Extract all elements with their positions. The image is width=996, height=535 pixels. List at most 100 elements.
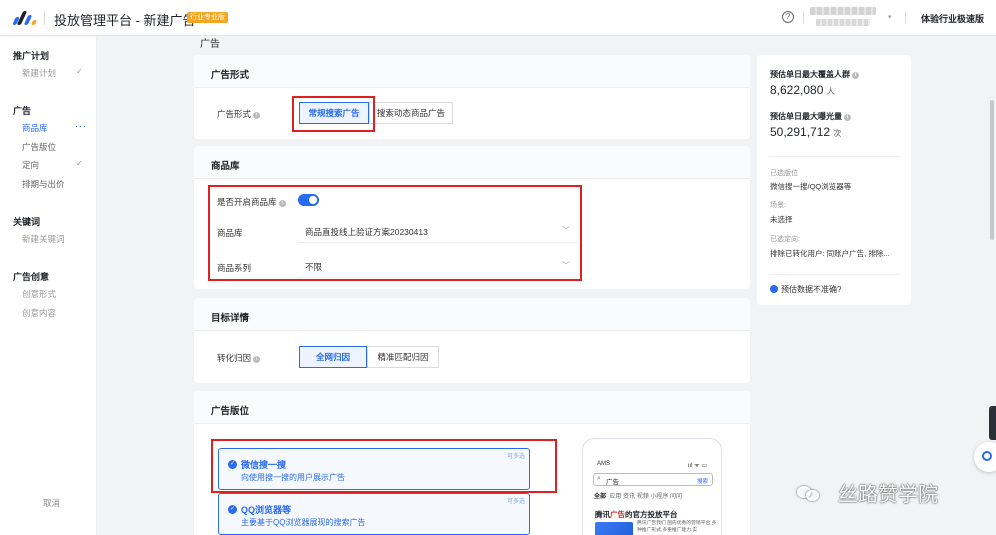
targeting-value: 排除已转化用户: 同账户广告, 排除... <box>770 249 890 258</box>
inaccurate-estimate-link[interactable]: 预估数据不准确? <box>770 284 841 295</box>
placement-name: 微信搜一搜 <box>241 460 287 470</box>
enable-library-label: 是否开启商品库 i <box>217 196 286 208</box>
sidebar-item-schedule-bid[interactable]: 排期与出价 <box>22 178 65 190</box>
headset-icon <box>982 451 992 461</box>
chevron-down-icon: ﹀ <box>562 226 570 235</box>
selected-placement-value: 微信搜一搜/QQ浏览器等 <box>770 182 852 191</box>
enable-library-toggle[interactable] <box>298 194 319 206</box>
ad-format-card: 广告形式 <box>194 55 750 139</box>
more-icon[interactable]: ··· <box>75 121 87 131</box>
scene-value: 未选择 <box>770 215 793 224</box>
library-select[interactable]: 商品直投线上验证方案20230413 ﹀ <box>298 219 578 243</box>
series-label: 商品系列 <box>217 263 252 273</box>
sidebar-item-placement[interactable]: 广告版位 <box>22 141 56 153</box>
ad-format-label: 广告形式 i <box>217 108 261 120</box>
info-icon[interactable]: i <box>253 112 261 119</box>
app-title: 投放管理平台 - 新建广告 <box>54 13 196 28</box>
sidebar-group-ad: 广告 <box>13 106 32 116</box>
card-header: 商品库 <box>194 146 750 179</box>
info-icon[interactable]: i <box>844 114 851 121</box>
divider <box>770 156 900 157</box>
check-icon: ✓ <box>76 159 83 168</box>
attribution-label: 转化归因 i <box>217 352 261 364</box>
placement-name: QQ浏览器等 <box>241 505 292 515</box>
chevron-down-icon: ﹀ <box>562 261 570 270</box>
sidebar-item-product-library[interactable]: 商品库 <box>22 122 48 134</box>
cancel-button[interactable]: 取消 <box>43 497 60 509</box>
check-icon: ✓ <box>76 67 83 76</box>
card-title: 广告形式 <box>211 70 250 81</box>
exposure-value: 50,291,712 次 <box>770 125 842 139</box>
multi-select-tag: 可多选 <box>506 454 525 460</box>
ad-format-option-regular-search[interactable]: 常规搜索广告 <box>299 102 369 124</box>
header-divider <box>905 12 906 24</box>
exposure-label: 预估单日最大曝光量 i <box>770 111 851 122</box>
edition-badge: 行业专业版 <box>187 12 228 23</box>
platform-logo-icon[interactable] <box>12 11 38 25</box>
experience-fast-version-link[interactable]: 体验行业极速版 <box>921 12 984 25</box>
preview-search-box: ⌕ 广告 搜索 <box>593 473 713 486</box>
preview-search-button: 搜索 <box>696 479 708 485</box>
support-float-button[interactable] <box>974 442 996 472</box>
preview-description: 腾讯广告我们 国内优秀的营销平台,多种推广形式,多重推广能力,实 <box>637 521 717 533</box>
help-icon[interactable]: ? <box>782 11 794 23</box>
card-header: 目标详情 <box>194 298 750 331</box>
header-divider <box>803 12 804 24</box>
series-select-value: 不限 <box>305 262 323 272</box>
card-header: 广告形式 <box>194 55 750 88</box>
phone-preview: AMS ııl ᯤ ▭ ⌕ 广告 搜索 全部 应用 资讯 视频 小程序 问问 腾… <box>582 438 722 535</box>
placement-desc: 向使用搜一搜的用户展示广告 <box>241 473 345 482</box>
sidebar-group-creative: 广告创意 <box>13 272 50 282</box>
preview-thumbnail <box>595 522 633 535</box>
preview-status-left: AMS <box>597 461 611 467</box>
section-title: 广告 <box>200 39 220 50</box>
ad-format-option-dynamic-product[interactable]: 搜索动态商品广告 <box>369 102 453 124</box>
sidebar-item-creative-format[interactable]: 创意形式 <box>22 288 56 300</box>
estimate-panel: 预估单日最大覆盖人群 i 8,622,080 人 预估单日最大曝光量 i 50,29… <box>757 55 911 305</box>
check-circle-icon: ✓ <box>228 460 237 469</box>
targeting-key: 已选定向: <box>770 236 800 243</box>
card-title: 商品库 <box>211 161 240 172</box>
preview-tabs: 全部 应用 资讯 视频 小程序 问问 <box>594 494 683 500</box>
placement-option-qq-browser[interactable]: ✓ QQ浏览器等 主要基于QQ浏览器展现的搜索广告 可多选 <box>218 493 530 535</box>
divider <box>770 274 900 275</box>
chevron-down-icon[interactable]: ▾ <box>888 13 892 21</box>
card-title: 目标详情 <box>211 313 250 324</box>
multi-select-tag: 可多选 <box>506 499 525 505</box>
feedback-side-tab[interactable] <box>989 406 996 440</box>
check-circle-icon: ✓ <box>228 505 237 514</box>
scene-key: 场景: <box>770 202 786 209</box>
library-select-value: 商品直投线上验证方案20230413 <box>305 227 428 237</box>
top-bar: 投放管理平台 - 新建广告 行业专业版 ? ▾ 体验行业极速版 <box>0 0 996 36</box>
goal-details-card: 目标详情 <box>194 298 750 383</box>
series-select[interactable]: 不限 ﹀ <box>298 254 578 278</box>
sidebar-item-targeting[interactable]: 定向 <box>22 159 39 171</box>
info-icon[interactable]: i <box>253 356 261 363</box>
info-icon[interactable]: i <box>278 200 286 207</box>
selected-placement-key: 已选版位 <box>770 170 798 177</box>
placement-option-wechat-search[interactable]: ✓ 微信搜一搜 向使用搜一搜的用户展示广告 可多选 <box>218 448 530 490</box>
account-name-redacted[interactable] <box>810 7 876 15</box>
preview-search-text: 广告 <box>606 479 619 486</box>
attribution-option-exact[interactable]: 精准匹配归因 <box>367 346 439 368</box>
sidebar-group-plan: 推广计划 <box>13 51 50 61</box>
question-icon <box>770 285 778 293</box>
wechat-logo-icon <box>797 483 823 503</box>
account-id-redacted <box>816 19 870 26</box>
coverage-value: 8,622,080 人 <box>770 83 835 97</box>
placement-desc: 主要基于QQ浏览器展现的搜索广告 <box>241 518 366 527</box>
card-header: 广告版位 <box>194 391 750 424</box>
search-icon: ⌕ <box>597 475 601 482</box>
sidebar-group-keyword: 关键词 <box>13 217 41 227</box>
sidebar-item-creative-content[interactable]: 创意内容 <box>22 307 56 319</box>
sidebar-item-new-plan[interactable]: 新建计划 <box>22 67 56 79</box>
signal-icon: ııl ᯤ ▭ <box>687 463 707 469</box>
attribution-option-all[interactable]: 全网归因 <box>299 346 367 368</box>
card-title: 广告版位 <box>211 406 250 417</box>
title-divider <box>44 11 45 25</box>
info-icon[interactable]: i <box>852 72 859 79</box>
toggle-knob <box>309 196 317 204</box>
sidebar-item-new-keyword[interactable]: 新建关键词 <box>22 233 65 245</box>
preview-headline: 腾讯广告的官方投放平台 <box>595 510 678 519</box>
page-scrollbar[interactable] <box>990 100 994 240</box>
